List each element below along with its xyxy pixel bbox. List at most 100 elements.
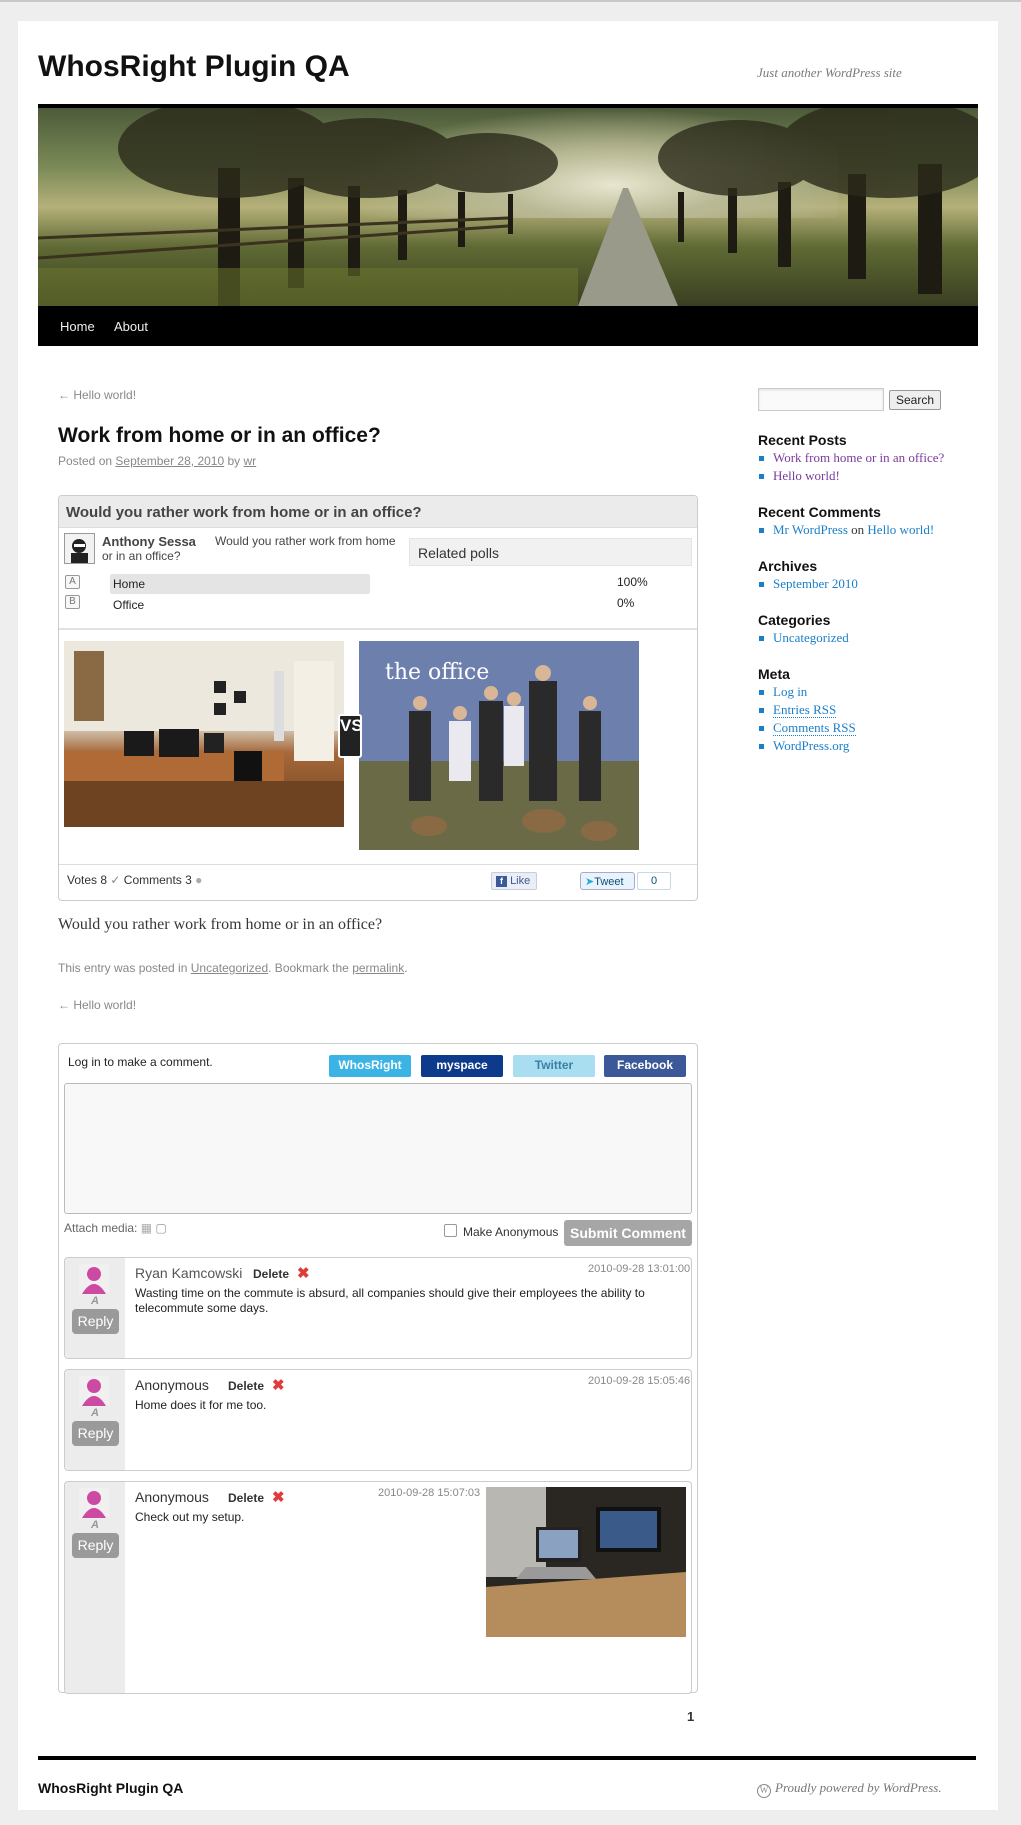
calendar-grid-icon[interactable]: ▦ <box>141 1221 152 1235</box>
office-logo-text: the office <box>385 660 489 685</box>
meta-comments-rss-link[interactable]: Comments RSS <box>773 720 856 736</box>
myspace-login-button[interactable]: myspace <box>421 1055 503 1077</box>
delete-x-icon[interactable]: ✖ <box>272 1488 285 1506</box>
delete-x-icon[interactable]: ✖ <box>272 1376 285 1394</box>
powered-by[interactable]: W Proudly powered by WordPress. <box>757 1780 942 1798</box>
nav-item-home[interactable]: Home <box>60 319 95 334</box>
option-b-letter[interactable]: B <box>65 595 80 609</box>
facebook-like-button[interactable]: f Like <box>491 872 537 890</box>
poll-question: Would you rather work from home or in an… <box>59 496 697 528</box>
comment-author[interactable]: Anonymous <box>135 1377 209 1393</box>
comments-count[interactable]: Comments 3 <box>124 873 192 887</box>
post-title[interactable]: Work from home or in an office? <box>58 424 381 448</box>
delete-comment-button[interactable]: Delete <box>228 1379 264 1393</box>
comment-author[interactable]: Anonymous <box>135 1489 209 1505</box>
option-a-letter[interactable]: A <box>65 575 80 589</box>
comment-badge: A <box>91 1295 99 1307</box>
comment-text: Home does it for me too. <box>135 1398 267 1412</box>
user-avatar-icon <box>79 1376 109 1406</box>
make-anonymous-label: Make Anonymous <box>463 1225 559 1239</box>
post-body: Would you rather work from home or in an… <box>58 916 383 933</box>
recent-comment-author-link[interactable]: Mr WordPress <box>773 522 848 537</box>
comment-attached-photo-desk-setup[interactable] <box>486 1487 686 1637</box>
login-prompt[interactable]: Log in to make a comment. <box>68 1055 213 1069</box>
submit-comment-button[interactable]: Submit Comment <box>564 1220 692 1246</box>
option-a-label[interactable]: Home <box>113 577 145 591</box>
comment-badge: A <box>91 1519 99 1531</box>
tv-icon[interactable]: ▢ <box>155 1221 166 1235</box>
post-footer: This entry was posted in Uncategorized. … <box>58 961 408 975</box>
recent-comment-on: on <box>851 522 865 537</box>
post-meta: Posted on September 28, 2010 by wr <box>58 454 256 468</box>
footer-prefix: This entry was posted in <box>58 961 188 975</box>
comment-item: A Reply Anonymous Delete ✖ 2010-09-28 15… <box>64 1481 692 1694</box>
archives-list: September 2010 <box>758 575 858 593</box>
comment-timestamp: 2010-09-28 13:01:00 <box>588 1263 691 1275</box>
permalink-link[interactable]: permalink <box>352 961 404 975</box>
post-date-link[interactable]: September 28, 2010 <box>115 454 224 468</box>
comment-textarea[interactable] <box>64 1083 692 1214</box>
footer-divider <box>38 1756 976 1760</box>
list-item: Entries RSS <box>758 701 856 719</box>
comment-timestamp: 2010-09-28 15:07:03 <box>378 1487 481 1499</box>
related-polls-header[interactable]: Related polls <box>409 538 692 566</box>
recent-comments-title: Recent Comments <box>758 504 881 520</box>
option-b-label[interactable]: Office <box>113 598 144 612</box>
footer-end: . <box>404 961 408 975</box>
archive-link[interactable]: September 2010 <box>773 576 858 591</box>
meta-entries-rss-link[interactable]: Entries RSS <box>773 702 837 718</box>
facebook-login-button[interactable]: Facebook <box>604 1055 686 1077</box>
recent-comments-list: Mr WordPress on Hello world! <box>758 521 934 539</box>
tweet-label: Tweet <box>594 876 624 888</box>
search-input[interactable] <box>758 388 884 411</box>
site-tagline: Just another WordPress site <box>757 65 902 80</box>
like-label: Like <box>510 875 531 887</box>
previous-post-link-top[interactable]: ← Hello world! <box>58 388 136 402</box>
recent-comment-post-link[interactable]: Hello world! <box>867 522 934 537</box>
attach-media-label: Attach media: <box>64 1221 138 1235</box>
poll-author-avatar[interactable] <box>64 533 95 564</box>
make-anonymous-checkbox[interactable] <box>444 1224 457 1237</box>
post-author-link[interactable]: wr <box>244 454 257 468</box>
recent-post-link[interactable]: Work from home or in an office? <box>773 450 944 465</box>
pagination-current-page[interactable]: 1 <box>687 1709 694 1724</box>
facebook-icon: f <box>496 876 507 887</box>
list-item: Uncategorized <box>758 629 849 647</box>
list-item: Hello world! <box>758 467 944 485</box>
option-a-image-home-office[interactable] <box>64 641 344 827</box>
poll-divider <box>59 628 697 630</box>
list-item: WordPress.org <box>758 737 856 755</box>
category-link[interactable]: Uncategorized <box>191 961 268 975</box>
nav-item-about[interactable]: About <box>114 319 148 334</box>
comment-badge: A <box>91 1407 99 1419</box>
recent-posts-list: Work from home or in an office? Hello wo… <box>758 449 944 485</box>
category-link[interactable]: Uncategorized <box>773 630 849 645</box>
poll-author-name[interactable]: Anthony Sessa <box>102 534 196 549</box>
delete-comment-button[interactable]: Delete <box>253 1267 289 1281</box>
powered-by-text[interactable]: Proudly powered by WordPress. <box>775 1780 942 1795</box>
comment-author[interactable]: Ryan Kamcowski <box>135 1265 242 1281</box>
previous-post-link-bottom[interactable]: ← Hello world! <box>58 998 136 1012</box>
footer-site-title[interactable]: WhosRight Plugin QA <box>38 1780 183 1796</box>
user-avatar-icon <box>79 1488 109 1518</box>
option-a-percent: 100% <box>617 575 648 589</box>
twitter-login-button[interactable]: Twitter <box>513 1055 595 1077</box>
reply-button[interactable]: Reply <box>72 1309 119 1334</box>
whosright-login-button[interactable]: WhosRight <box>329 1055 411 1077</box>
delete-x-icon[interactable]: ✖ <box>297 1264 310 1282</box>
reply-button[interactable]: Reply <box>72 1421 119 1446</box>
user-avatar-icon <box>79 1264 109 1294</box>
search-button[interactable]: Search <box>889 390 941 410</box>
footer-mid: . Bookmark the <box>268 961 349 975</box>
reply-button[interactable]: Reply <box>72 1533 119 1558</box>
meta-wordpress-org-link[interactable]: WordPress.org <box>773 738 849 753</box>
twitter-bird-icon: ➤ <box>585 876 595 888</box>
delete-comment-button[interactable]: Delete <box>228 1491 264 1505</box>
list-item: Work from home or in an office? <box>758 449 944 467</box>
tweet-button[interactable]: ➤Tweet <box>580 872 635 890</box>
meta-login-link[interactable]: Log in <box>773 684 807 699</box>
option-b-image-the-office[interactable]: the office <box>359 641 639 850</box>
recent-post-link[interactable]: Hello world! <box>773 468 840 483</box>
wordpress-logo-icon: W <box>757 1784 771 1798</box>
site-title[interactable]: WhosRight Plugin QA <box>38 50 350 84</box>
